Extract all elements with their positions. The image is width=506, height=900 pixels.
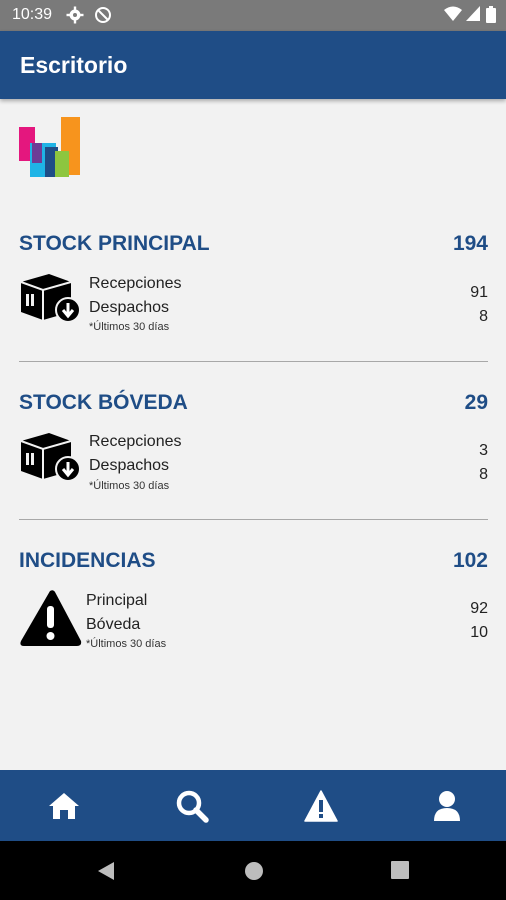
recents-icon[interactable]: [391, 861, 409, 884]
section-total: 29: [464, 391, 488, 414]
row-label: Recepciones: [89, 275, 182, 292]
page-title: Escritorio: [20, 52, 128, 78]
status-time: 10:39: [12, 6, 53, 23]
search-icon[interactable]: [174, 788, 210, 824]
battery-icon: [486, 6, 496, 28]
home-icon[interactable]: [46, 788, 82, 824]
warning-icon: [19, 589, 83, 646]
box-download-icon: [19, 272, 83, 324]
row-label: Principal: [86, 592, 148, 609]
row-value: 10: [470, 624, 488, 641]
row-label: Despachos: [89, 299, 170, 316]
row-value: 3: [479, 442, 488, 459]
row-value: 8: [479, 308, 488, 325]
section-total: 102: [452, 549, 488, 572]
period-note: *Últimos 30 días: [89, 480, 170, 492]
row-label: Bóveda: [86, 616, 141, 633]
section-incidencias[interactable]: INCIDENCIAS 102 Principal 92 Bóveda 10 *…: [19, 549, 488, 659]
signal-icon: [466, 6, 480, 27]
period-note: *Últimos 30 días: [86, 638, 167, 650]
user-icon[interactable]: [429, 788, 465, 824]
row-value: 91: [470, 284, 488, 301]
section-stock-boveda[interactable]: STOCK BÓVEDA 29 Recepciones 3 Despachos …: [19, 391, 488, 501]
back-icon[interactable]: [97, 861, 115, 886]
gear-icon: [66, 6, 84, 29]
app-bar: Escritorio: [0, 31, 506, 99]
section-title: STOCK BÓVEDA: [19, 391, 188, 414]
brand-logo: [19, 117, 81, 179]
row-label: Despachos: [89, 457, 170, 474]
alert-icon[interactable]: [303, 788, 339, 824]
section-stock-principal[interactable]: STOCK PRINCIPAL 194 Recepciones 91 Despa…: [19, 232, 488, 342]
section-total: 194: [452, 232, 488, 255]
box-download-icon: [19, 431, 83, 483]
status-bar: 10:39: [0, 0, 506, 31]
section-title: STOCK PRINCIPAL: [19, 232, 210, 255]
home-circle-icon[interactable]: [244, 861, 264, 886]
row-value: 92: [470, 600, 488, 617]
divider: [19, 361, 488, 362]
wifi-icon: [444, 6, 462, 27]
row-value: 8: [479, 466, 488, 483]
section-title: INCIDENCIAS: [19, 549, 156, 572]
divider: [19, 519, 488, 520]
bottom-navigation: [0, 770, 506, 841]
row-label: Recepciones: [89, 433, 182, 450]
do-not-disturb-icon: [94, 6, 112, 29]
system-navigation-bar: [0, 841, 506, 900]
period-note: *Últimos 30 días: [89, 321, 170, 333]
